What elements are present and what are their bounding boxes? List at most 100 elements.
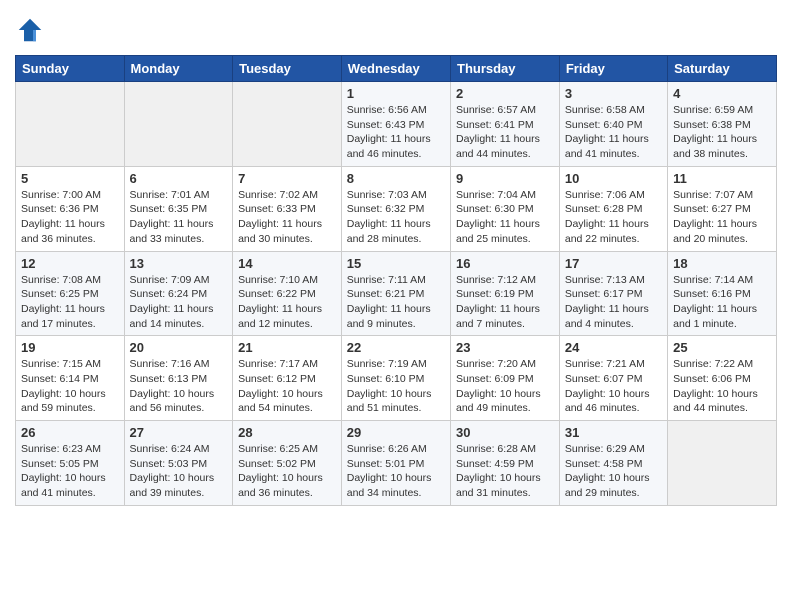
day-number: 11 [673, 171, 771, 186]
day-info: Sunrise: 7:00 AM Sunset: 6:36 PM Dayligh… [21, 188, 119, 247]
day-info: Sunrise: 7:16 AM Sunset: 6:13 PM Dayligh… [130, 357, 228, 416]
calendar-day-cell: 7 Sunrise: 7:02 AM Sunset: 6:33 PM Daylig… [233, 166, 342, 251]
day-number: 9 [456, 171, 554, 186]
calendar-day-cell: 11 Sunrise: 7:07 AM Sunset: 6:27 PM Dayli… [668, 166, 777, 251]
day-info: Sunrise: 6:25 AM Sunset: 5:02 PM Dayligh… [238, 442, 336, 501]
calendar-header-wednesday: Wednesday [341, 56, 450, 82]
day-number: 17 [565, 256, 662, 271]
calendar-day-cell: 29Sunrise: 6:26 AM Sunset: 5:01 PM Dayli… [341, 421, 450, 506]
calendar-day-cell: 12 Sunrise: 7:08 AM Sunset: 6:25 PM Dayli… [16, 251, 125, 336]
calendar-table: SundayMondayTuesdayWednesdayThursdayFrid… [15, 55, 777, 506]
calendar-day-cell: 17 Sunrise: 7:13 AM Sunset: 6:17 PM Dayli… [559, 251, 667, 336]
day-info: Sunrise: 6:26 AM Sunset: 5:01 PM Dayligh… [347, 442, 445, 501]
day-number: 15 [347, 256, 445, 271]
day-info: Sunrise: 7:09 AM Sunset: 6:24 PM Dayligh… [130, 273, 228, 332]
calendar-header-sunday: Sunday [16, 56, 125, 82]
logo-icon [15, 15, 45, 45]
calendar-day-cell: 30 Sunrise: 6:28 AM Sunset: 4:59 PM Dayli… [451, 421, 560, 506]
calendar-day-cell: 23 Sunrise: 7:20 AM Sunset: 6:09 PM Dayli… [451, 336, 560, 421]
day-info: Sunrise: 7:21 AM Sunset: 6:07 PM Dayligh… [565, 357, 662, 416]
day-info: Sunrise: 7:10 AM Sunset: 6:22 PM Dayligh… [238, 273, 336, 332]
day-number: 28 [238, 425, 336, 440]
day-info: Sunrise: 6:23 AM Sunset: 5:05 PM Dayligh… [21, 442, 119, 501]
day-info: Sunrise: 7:17 AM Sunset: 6:12 PM Dayligh… [238, 357, 336, 416]
calendar-day-cell: 3 Sunrise: 6:58 AM Sunset: 6:40 PM Daylig… [559, 82, 667, 167]
calendar-day-cell [16, 82, 125, 167]
day-info: Sunrise: 6:57 AM Sunset: 6:41 PM Dayligh… [456, 103, 554, 162]
calendar-day-cell: 14 Sunrise: 7:10 AM Sunset: 6:22 PM Dayli… [233, 251, 342, 336]
calendar-day-cell: 21Sunrise: 7:17 AM Sunset: 6:12 PM Dayli… [233, 336, 342, 421]
calendar-week-row: 1 Sunrise: 6:56 AM Sunset: 6:43 PM Daylig… [16, 82, 777, 167]
day-number: 16 [456, 256, 554, 271]
day-number: 3 [565, 86, 662, 101]
day-info: Sunrise: 7:19 AM Sunset: 6:10 PM Dayligh… [347, 357, 445, 416]
day-info: Sunrise: 7:11 AM Sunset: 6:21 PM Dayligh… [347, 273, 445, 332]
day-info: Sunrise: 7:22 AM Sunset: 6:06 PM Dayligh… [673, 357, 771, 416]
day-number: 8 [347, 171, 445, 186]
day-number: 24 [565, 340, 662, 355]
calendar-header-friday: Friday [559, 56, 667, 82]
calendar-day-cell: 22 Sunrise: 7:19 AM Sunset: 6:10 PM Dayli… [341, 336, 450, 421]
calendar-day-cell: 9Sunrise: 7:04 AM Sunset: 6:30 PM Daylig… [451, 166, 560, 251]
day-number: 27 [130, 425, 228, 440]
day-number: 10 [565, 171, 662, 186]
calendar-day-cell: 8Sunrise: 7:03 AM Sunset: 6:32 PM Daylig… [341, 166, 450, 251]
day-info: Sunrise: 7:08 AM Sunset: 6:25 PM Dayligh… [21, 273, 119, 332]
day-info: Sunrise: 6:28 AM Sunset: 4:59 PM Dayligh… [456, 442, 554, 501]
calendar-day-cell: 18 Sunrise: 7:14 AM Sunset: 6:16 PM Dayli… [668, 251, 777, 336]
day-number: 18 [673, 256, 771, 271]
day-number: 5 [21, 171, 119, 186]
day-info: Sunrise: 6:59 AM Sunset: 6:38 PM Dayligh… [673, 103, 771, 162]
day-number: 7 [238, 171, 336, 186]
calendar-day-cell: 25 Sunrise: 7:22 AM Sunset: 6:06 PM Dayli… [668, 336, 777, 421]
calendar-week-row: 26 Sunrise: 6:23 AM Sunset: 5:05 PM Dayli… [16, 421, 777, 506]
calendar-day-cell: 24 Sunrise: 7:21 AM Sunset: 6:07 PM Dayli… [559, 336, 667, 421]
day-info: Sunrise: 7:07 AM Sunset: 6:27 PM Dayligh… [673, 188, 771, 247]
calendar-header-row: SundayMondayTuesdayWednesdayThursdayFrid… [16, 56, 777, 82]
calendar-day-cell: 27 Sunrise: 6:24 AM Sunset: 5:03 PM Dayli… [124, 421, 233, 506]
day-info: Sunrise: 6:56 AM Sunset: 6:43 PM Dayligh… [347, 103, 445, 162]
day-number: 14 [238, 256, 336, 271]
day-number: 1 [347, 86, 445, 101]
day-info: Sunrise: 6:24 AM Sunset: 5:03 PM Dayligh… [130, 442, 228, 501]
calendar-day-cell: 16 Sunrise: 7:12 AM Sunset: 6:19 PM Dayli… [451, 251, 560, 336]
day-info: Sunrise: 7:12 AM Sunset: 6:19 PM Dayligh… [456, 273, 554, 332]
day-info: Sunrise: 7:02 AM Sunset: 6:33 PM Dayligh… [238, 188, 336, 247]
calendar-day-cell: 5 Sunrise: 7:00 AM Sunset: 6:36 PM Daylig… [16, 166, 125, 251]
calendar-header-monday: Monday [124, 56, 233, 82]
calendar-week-row: 5 Sunrise: 7:00 AM Sunset: 6:36 PM Daylig… [16, 166, 777, 251]
day-number: 20 [130, 340, 228, 355]
day-number: 25 [673, 340, 771, 355]
calendar-day-cell: 1 Sunrise: 6:56 AM Sunset: 6:43 PM Daylig… [341, 82, 450, 167]
day-info: Sunrise: 7:06 AM Sunset: 6:28 PM Dayligh… [565, 188, 662, 247]
calendar-day-cell: 6 Sunrise: 7:01 AM Sunset: 6:35 PM Daylig… [124, 166, 233, 251]
calendar-day-cell: 2Sunrise: 6:57 AM Sunset: 6:41 PM Daylig… [451, 82, 560, 167]
day-info: Sunrise: 6:58 AM Sunset: 6:40 PM Dayligh… [565, 103, 662, 162]
day-number: 6 [130, 171, 228, 186]
calendar-day-cell [124, 82, 233, 167]
day-number: 26 [21, 425, 119, 440]
day-info: Sunrise: 7:14 AM Sunset: 6:16 PM Dayligh… [673, 273, 771, 332]
day-number: 23 [456, 340, 554, 355]
day-number: 13 [130, 256, 228, 271]
day-number: 4 [673, 86, 771, 101]
day-number: 31 [565, 425, 662, 440]
calendar-day-cell: 19 Sunrise: 7:15 AM Sunset: 6:14 PM Dayli… [16, 336, 125, 421]
day-number: 12 [21, 256, 119, 271]
calendar-day-cell: 31Sunrise: 6:29 AM Sunset: 4:58 PM Dayli… [559, 421, 667, 506]
page-header [15, 15, 777, 45]
calendar-day-cell: 20 Sunrise: 7:16 AM Sunset: 6:13 PM Dayli… [124, 336, 233, 421]
day-number: 30 [456, 425, 554, 440]
day-info: Sunrise: 7:20 AM Sunset: 6:09 PM Dayligh… [456, 357, 554, 416]
day-info: Sunrise: 7:15 AM Sunset: 6:14 PM Dayligh… [21, 357, 119, 416]
day-info: Sunrise: 7:01 AM Sunset: 6:35 PM Dayligh… [130, 188, 228, 247]
calendar-header-tuesday: Tuesday [233, 56, 342, 82]
day-number: 22 [347, 340, 445, 355]
calendar-header-saturday: Saturday [668, 56, 777, 82]
logo [15, 15, 50, 45]
calendar-day-cell: 26 Sunrise: 6:23 AM Sunset: 5:05 PM Dayli… [16, 421, 125, 506]
day-number: 19 [21, 340, 119, 355]
calendar-week-row: 19 Sunrise: 7:15 AM Sunset: 6:14 PM Dayli… [16, 336, 777, 421]
day-info: Sunrise: 7:13 AM Sunset: 6:17 PM Dayligh… [565, 273, 662, 332]
calendar-day-cell: 4 Sunrise: 6:59 AM Sunset: 6:38 PM Daylig… [668, 82, 777, 167]
